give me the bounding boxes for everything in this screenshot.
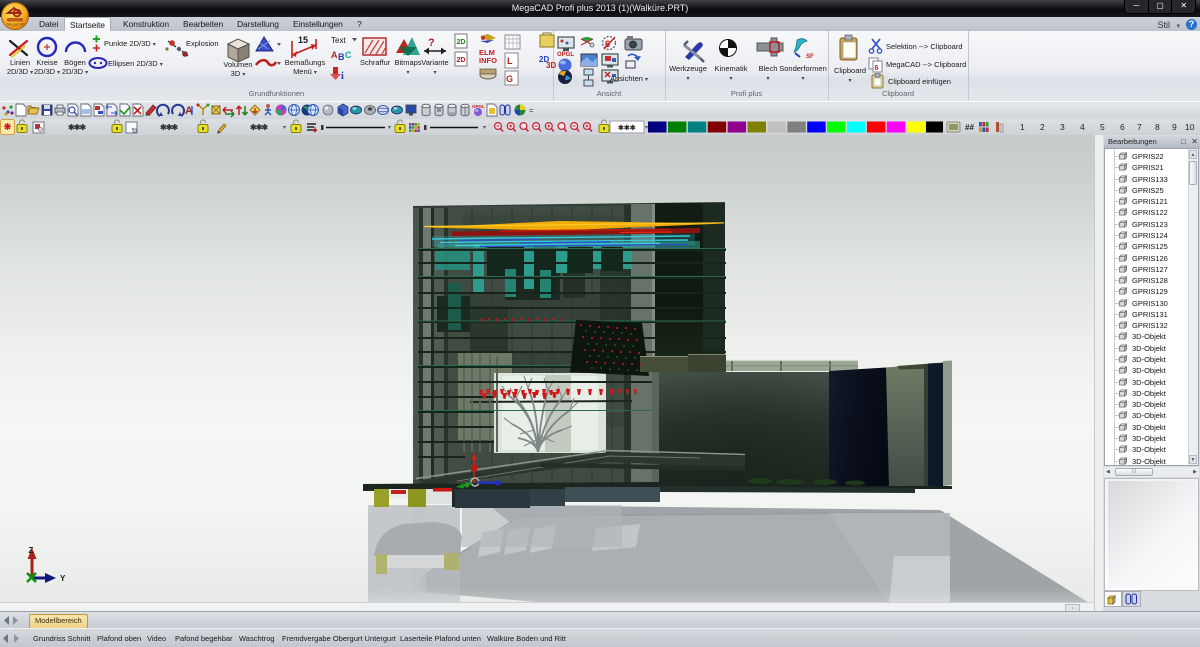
svg-text:OPGL: OPGL	[557, 52, 574, 58]
svg-text:=: =	[529, 106, 534, 115]
svg-text:2D: 2D	[457, 57, 466, 64]
svg-text:▾: ▾	[483, 125, 486, 131]
svg-text:15: 15	[298, 35, 308, 45]
svg-text:✱✱✱: ✱✱✱	[68, 123, 86, 132]
svg-text:▾: ▾	[388, 125, 391, 131]
svg-text:##: ##	[965, 123, 974, 132]
svg-text:✱✱✱: ✱✱✱	[160, 123, 178, 132]
svg-text:6: 6	[1120, 122, 1125, 132]
svg-text:✱✱✱: ✱✱✱	[250, 123, 268, 132]
svg-text:9: 9	[1172, 122, 1177, 132]
svg-text:A: A	[331, 50, 338, 60]
svg-text:Text: Text	[331, 36, 346, 45]
svg-text:6: 6	[875, 65, 879, 72]
svg-text:✱✱✱: ✱✱✱	[618, 124, 636, 132]
svg-text:i: i	[341, 71, 344, 82]
svg-text:5: 5	[1100, 122, 1105, 132]
svg-text:Y: Y	[60, 574, 66, 583]
svg-text:B: B	[338, 52, 345, 62]
svg-text:L: L	[507, 56, 513, 66]
svg-text:Z: Z	[29, 546, 34, 555]
svg-text:▾: ▾	[283, 125, 286, 131]
svg-text:▾: ▾	[645, 125, 648, 131]
svg-text:2D: 2D	[457, 39, 466, 46]
svg-text:MegaCAD: MegaCAD	[7, 22, 26, 27]
svg-text:7: 7	[1137, 122, 1142, 132]
svg-text:INFO: INFO	[479, 56, 497, 65]
svg-text:G: G	[506, 74, 513, 84]
svg-text:10: 10	[1185, 122, 1195, 132]
svg-text:SF: SF	[806, 54, 814, 60]
svg-text:3: 3	[1060, 122, 1065, 132]
svg-text:2: 2	[1040, 122, 1045, 132]
svg-text:C: C	[345, 50, 352, 60]
svg-text:?: ?	[428, 37, 435, 49]
svg-text:3D: 3D	[546, 61, 556, 70]
svg-text:8: 8	[1155, 122, 1160, 132]
svg-text:4: 4	[1080, 122, 1085, 132]
svg-text:1: 1	[1020, 122, 1025, 132]
